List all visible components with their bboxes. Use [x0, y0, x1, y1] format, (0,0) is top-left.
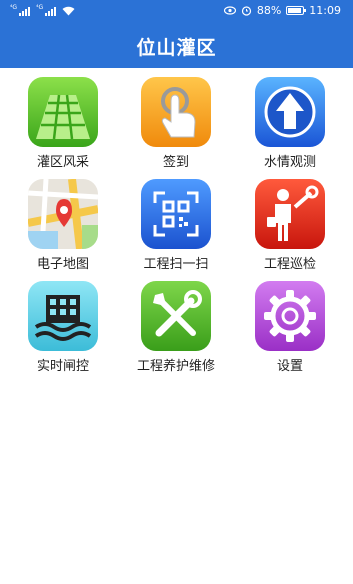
status-bar: ⁴G ⁴G 88% 11:09 — [0, 0, 353, 24]
menu-item-label: 实时闸控 — [36, 359, 89, 374]
gear-icon — [255, 281, 325, 351]
worker-wrench-icon — [255, 179, 325, 249]
menu-item-map[interactable]: 电子地图 — [8, 179, 118, 274]
network-type-label-2: ⁴G — [36, 4, 44, 11]
menu-item-label: 设置 — [276, 359, 303, 374]
alarm-icon — [241, 6, 251, 16]
menu-item-label: 工程养护维修 — [136, 359, 215, 374]
qr-scan-icon — [141, 179, 211, 249]
map-pin-icon — [28, 179, 98, 249]
menu-item-scenery[interactable]: 灌区风采 — [8, 77, 118, 172]
menu-item-label: 灌区风采 — [36, 155, 89, 170]
page-title: 位山灌区 — [136, 37, 217, 59]
menu-item-gate-control[interactable]: 实时闸控 — [8, 281, 118, 376]
arrow-up-icon — [255, 77, 325, 147]
tap-hand-icon — [141, 77, 211, 147]
menu-item-maintenance[interactable]: 工程养护维修 — [121, 281, 231, 376]
menu-item-label: 水情观测 — [263, 155, 316, 170]
clock: 11:09 — [309, 4, 341, 17]
menu-item-label: 签到 — [162, 155, 189, 170]
eye-icon — [223, 6, 236, 15]
signal-icon-2: ⁴G — [36, 4, 57, 16]
wifi-icon — [62, 6, 75, 16]
signal-icon: ⁴G — [10, 4, 31, 16]
menu-item-water-observe[interactable]: 水情观测 — [235, 77, 345, 172]
menu-item-label: 工程扫一扫 — [143, 257, 209, 272]
farmland-icon — [28, 77, 98, 147]
menu-item-label: 工程巡检 — [263, 257, 316, 272]
menu-item-patrol[interactable]: 工程巡检 — [235, 179, 345, 274]
battery-percent: 88% — [256, 4, 282, 17]
menu-item-label: 电子地图 — [36, 257, 89, 272]
sluice-gate-icon — [28, 281, 98, 351]
menu-item-settings[interactable]: 设置 — [235, 281, 345, 376]
menu-item-sign-in[interactable]: 签到 — [121, 77, 231, 172]
app-header: ⁴G ⁴G 88% 11:09 位山灌区 — [0, 0, 353, 68]
battery-icon — [286, 6, 307, 15]
repair-tools-icon — [141, 281, 211, 351]
menu-item-scan[interactable]: 工程扫一扫 — [121, 179, 231, 274]
network-type-label: ⁴G — [10, 4, 18, 11]
